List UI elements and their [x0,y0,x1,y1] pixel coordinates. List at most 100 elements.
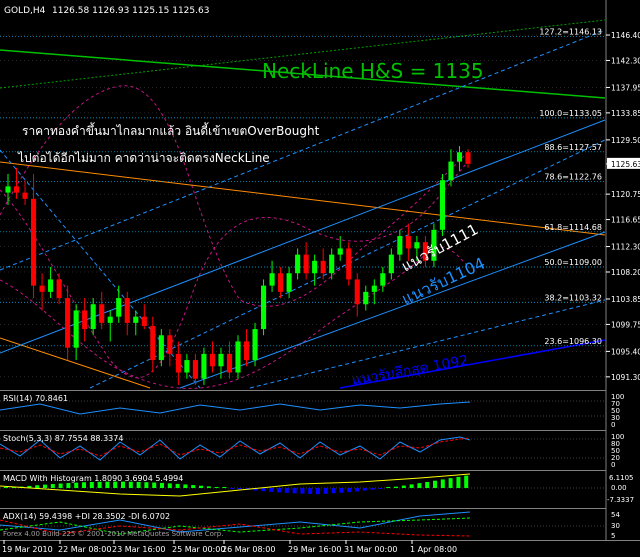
macd-histogram-bar [82,482,86,488]
macd-histogram-bar [378,488,383,489]
bull-candle [90,304,96,330]
macd-histogram-bar [339,488,344,493]
fibo-level-label: 61.8=1114.68 [544,223,602,232]
macd-histogram-bar [160,482,164,488]
bull-candle [48,279,54,292]
macd-histogram-bar [152,482,157,488]
note-line-2: ไปต่อได้อีกไม่มาก คาดว่าน่าจะติดตรงNeckL… [17,151,270,165]
bear-candle [303,254,309,274]
fibo-level-label: 88.6=1127.57 [544,143,602,152]
bull-candle [397,236,403,255]
price-tick-label: 1112.30 [611,243,640,252]
ohlc-readout: 1126.58 1126.93 1125.15 1125.63 [52,6,209,16]
neckline-label: NeckLine H&S = 1135 [262,59,484,83]
macd-histogram-bar [277,488,281,493]
adx-title: ADX(14) 59.4398 +DI 28.3502 -DI 6.0702 [3,512,170,521]
bull-candle [261,285,267,330]
macd-histogram-bar [4,487,8,488]
bull-candle [73,310,79,348]
price-tick-label: 1129.50 [611,136,640,145]
bull-candle [218,353,224,367]
stoch-axis-0: 0 [611,461,615,469]
bear-candle [124,298,130,323]
macd-histogram-bar [300,488,305,494]
price-tick-label: 1120.75 [611,190,640,199]
macd-histogram-bar [175,483,180,488]
macd-histogram-bar [464,475,469,488]
macd-histogram-bar [362,488,367,491]
macd-histogram-bar [331,488,336,494]
bull-candle [363,291,369,305]
macd-axis-max: 6.1105 [609,474,634,482]
macd-histogram-bar [238,488,242,490]
fibo-level-label: 127.2=1146.13 [539,28,602,37]
chart-window: 127.2=1146.13 100.0=1133.05 88.6=1127.57 78… [0,0,640,557]
bear-candle [226,353,233,373]
bear-candle [175,353,181,373]
macd-histogram-bar [58,483,63,488]
macd-histogram-bar [43,484,47,488]
bear-candle [354,279,360,305]
macd-histogram-bar [292,488,297,494]
macd-histogram-bar [323,488,328,494]
bull-candle [5,186,11,193]
macd-axis-min: -7.3337 [607,496,634,504]
macd-histogram-bar [66,483,71,488]
stoch-title: Stoch(5,3,3) 87.7554 88.3374 [3,434,123,443]
fibo-level-label: 23.6=1096.30 [544,337,602,346]
bull-candle [184,360,190,373]
price-tick-label: 1133.85 [611,109,640,118]
time-tick-label: 19 Mar 2010 [2,545,53,554]
bear-candle [150,325,156,361]
bear-candle [65,298,71,348]
bull-candle [286,273,292,292]
macd-histogram-bar [355,488,359,492]
bull-candle [456,152,463,162]
bear-candle [82,310,88,330]
price-tick-label: 1091.30 [611,373,640,382]
fibo-level-label: 78.6=1122.76 [544,173,602,182]
macd-histogram-bar [417,483,422,488]
bear-candle [320,260,326,274]
macd-histogram-bar [370,488,375,490]
macd-histogram-bar [214,487,219,488]
macd-histogram-bar [206,486,211,488]
bull-candle [295,254,301,274]
macd-histogram-bar [347,488,352,493]
fibo-level-label: 50.0=1109.00 [544,258,602,267]
bear-candle [39,285,45,292]
macd-histogram-bar [440,479,445,488]
bear-candle [405,236,411,249]
bear-candle [31,198,37,286]
macd-histogram-bar [50,484,55,488]
bull-candle [414,242,420,249]
time-tick-label: 1 Apr 08:00 [410,545,457,554]
current-price-label: 1125.63 [611,160,640,169]
price-tick-label: 1137.95 [611,83,640,92]
price-tick-label: 1099.75 [611,320,640,329]
bull-candle [235,341,241,373]
fibo-level-label: 100.0=1133.05 [539,109,602,118]
time-tick-label: 31 Mar 00:00 [344,545,397,554]
macd-histogram-bar [167,483,172,488]
macd-histogram-bar [425,481,430,488]
time-tick-label: 25 Mar 00:00 [172,545,225,554]
macd-histogram-bar [183,484,188,488]
bull-candle [252,329,258,361]
macd-histogram-bar [456,476,461,488]
bull-candle [329,254,335,274]
symbol-label: GOLD,H4 [4,6,46,16]
price-tick-label: 1108.20 [611,268,640,277]
bear-candle [167,335,173,354]
bull-candle [439,180,445,230]
bull-candle [371,285,377,292]
bear-candle [243,341,250,361]
macd-histogram-bar [199,485,203,488]
rsi-title: RSI(14) 70.8461 [3,394,68,403]
bull-candle [448,161,454,181]
macd-histogram-bar [448,478,453,488]
fibo-level-label: 38.2=1103.32 [544,293,602,302]
price-tick-label: 1103.85 [611,295,640,304]
macd-histogram-bar [144,482,149,488]
bull-candle [201,353,207,379]
